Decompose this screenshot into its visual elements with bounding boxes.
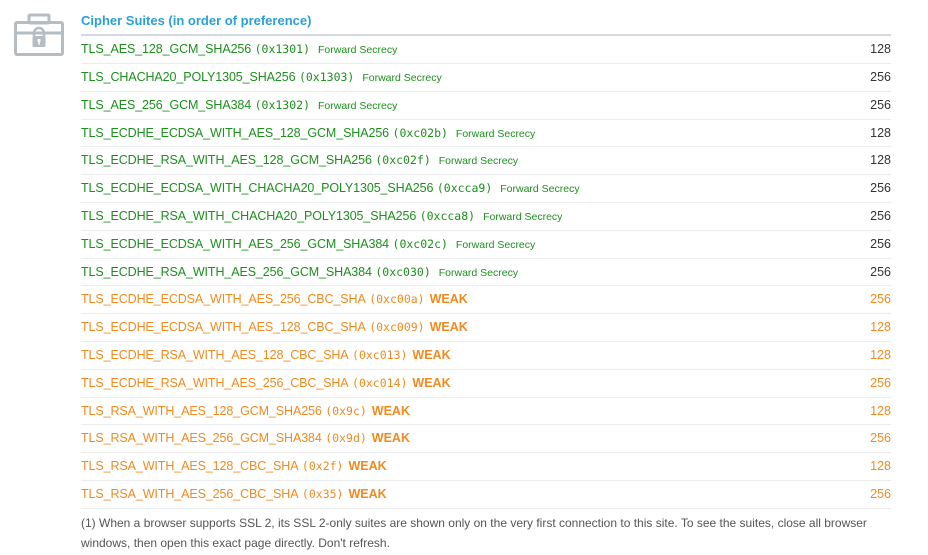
suite-name: TLS_ECDHE_RSA_WITH_CHACHA20_POLY1305_SHA… (81, 208, 417, 223)
weak-badge: WEAK (348, 459, 387, 474)
forward-secrecy-label: Forward Secrecy (500, 183, 580, 196)
forward-secrecy-label: Forward Secrecy (455, 127, 536, 140)
key-bits: 128 (870, 153, 891, 168)
cipher-suite-row: TLS_ECDHE_ECDSA_WITH_AES_256_GCM_SHA384 … (81, 231, 891, 259)
suite-code: (0x1301) (254, 42, 310, 56)
suite-code: (0x2f) (301, 459, 344, 474)
suite-name: TLS_ECDHE_ECDSA_WITH_AES_256_GCM_SHA384 (81, 236, 390, 251)
weak-badge: WEAK (412, 375, 451, 390)
cipher-suite-row: TLS_RSA_WITH_AES_256_CBC_SHA (0x35) WEAK 2… (81, 481, 891, 509)
suite-name: TLS_ECDHE_ECDSA_WITH_CHACHA20_POLY1305_S… (81, 181, 434, 196)
suite-name: TLS_ECDHE_RSA_WITH_AES_256_CBC_SHA (81, 375, 349, 390)
suite-name: TLS_ECDHE_ECDSA_WITH_AES_128_CBC_SHA (81, 320, 366, 335)
forward-secrecy-label: Forward Secrecy (362, 72, 442, 84)
cipher-suite-row: TLS_ECDHE_ECDSA_WITH_AES_256_CBC_SHA (0x… (81, 286, 891, 315)
suite-name: TLS_ECDHE_ECDSA_WITH_AES_128_GCM_SHA256 (81, 125, 390, 140)
cipher-suite-row: TLS_RSA_WITH_AES_128_GCM_SHA256 (0x9c) WE… (81, 398, 891, 426)
cipher-suite-row: TLS_ECDHE_RSA_WITH_AES_128_CBC_SHA (0xc0… (81, 342, 891, 370)
key-bits: 128 (870, 347, 891, 362)
suite-code: (0x1302) (254, 97, 310, 112)
suite-name: TLS_AES_256_GCM_SHA384 (81, 97, 252, 112)
cipher-suite-row: TLS_ECDHE_RSA_WITH_AES_256_CBC_SHA (0xc0… (81, 370, 891, 398)
key-bits: 128 (870, 320, 891, 335)
forward-secrecy-label: Forward Secrecy (318, 44, 398, 56)
cipher-suite-row: TLS_ECDHE_RSA_WITH_CHACHA20_POLY1305_SHA… (81, 203, 891, 231)
forward-secrecy-label: Forward Secrecy (438, 155, 519, 168)
forward-secrecy-label: Forward Secrecy (483, 210, 563, 223)
weak-badge: WEAK (371, 403, 410, 418)
suite-name: TLS_ECDHE_RSA_WITH_AES_256_GCM_SHA384 (81, 264, 372, 279)
suite-code: (0xc02f) (375, 153, 431, 168)
suite-name: TLS_ECDHE_RSA_WITH_AES_128_GCM_SHA256 (81, 153, 372, 168)
section-title: Cipher Suites (in order of preference) (81, 12, 891, 36)
suite-code: (0xc009) (369, 320, 425, 335)
suite-name: TLS_ECDHE_ECDSA_WITH_AES_256_CBC_SHA (81, 292, 366, 307)
cipher-suite-list: TLS_AES_128_GCM_SHA256 (0x1301) Forward S… (81, 36, 891, 509)
cipher-suite-row: TLS_ECDHE_RSA_WITH_AES_128_GCM_SHA256 (0… (81, 147, 891, 176)
suite-code: (0xcca9) (436, 181, 493, 196)
forward-secrecy-label: Forward Secrecy (318, 99, 398, 112)
suite-name: TLS_CHACHA20_POLY1305_SHA256 (81, 70, 296, 84)
suite-code: (0x9c) (325, 403, 367, 418)
suite-code: (0xc02c) (392, 236, 448, 251)
suite-name: TLS_RSA_WITH_AES_256_CBC_SHA (81, 486, 299, 501)
suite-name: TLS_RSA_WITH_AES_256_GCM_SHA384 (81, 431, 322, 446)
weak-badge: WEAK (412, 347, 451, 362)
suite-code: (0xc030) (375, 264, 431, 279)
suite-name: TLS_ECDHE_RSA_WITH_AES_128_CBC_SHA (81, 347, 349, 362)
key-bits: 256 (870, 292, 891, 307)
key-bits: 256 (870, 70, 891, 84)
weak-badge: WEAK (371, 431, 410, 446)
toolbox-lock-icon (14, 13, 64, 57)
key-bits: 256 (870, 431, 891, 446)
key-bits: 128 (870, 459, 891, 474)
suite-name: TLS_RSA_WITH_AES_128_GCM_SHA256 (81, 403, 322, 418)
key-bits: 256 (870, 486, 891, 501)
key-bits: 256 (870, 181, 891, 196)
cipher-suite-row: TLS_ECDHE_ECDSA_WITH_CHACHA20_POLY1305_S… (81, 175, 891, 203)
weak-badge: WEAK (429, 292, 468, 307)
cipher-suite-row: TLS_ECDHE_RSA_WITH_AES_256_GCM_SHA384 (0… (81, 259, 891, 287)
suite-name: TLS_AES_128_GCM_SHA256 (81, 42, 252, 56)
cipher-suites-panel: Cipher Suites (in order of preference) T… (0, 0, 928, 555)
suite-code: (0xc02b) (392, 125, 448, 140)
key-bits: 256 (870, 97, 891, 112)
suite-code: (0x9d) (325, 431, 367, 446)
weak-badge: WEAK (429, 320, 468, 335)
cipher-suite-row: TLS_RSA_WITH_AES_256_GCM_SHA384 (0x9d) WE… (81, 425, 891, 454)
key-bits: 256 (870, 264, 891, 279)
key-bits: 128 (870, 125, 891, 140)
cipher-suite-row: TLS_CHACHA20_POLY1305_SHA256 (0x1303) For… (81, 64, 891, 92)
cipher-suite-row: TLS_RSA_WITH_AES_128_CBC_SHA (0x2f) WEAK 1… (81, 453, 891, 481)
suite-code: (0xc00a) (369, 292, 425, 307)
key-bits: 128 (870, 403, 891, 418)
cipher-suite-row: TLS_ECDHE_ECDSA_WITH_AES_128_CBC_SHA (0x… (81, 314, 891, 342)
key-bits: 128 (870, 42, 891, 56)
ssl2-footnote: (1) When a browser supports SSL 2, its S… (81, 515, 867, 550)
suite-code: (0xc013) (352, 347, 408, 362)
key-bits: 256 (870, 375, 891, 390)
weak-badge: WEAK (348, 486, 387, 501)
suite-code: (0xc014) (352, 375, 408, 390)
suite-code: (0x35) (301, 486, 344, 501)
key-bits: 256 (870, 236, 891, 251)
suite-code: (0x1303) (298, 70, 355, 84)
cipher-suites-content: Cipher Suites (in order of preference) T… (81, 12, 891, 553)
forward-secrecy-label: Forward Secrecy (438, 266, 519, 279)
cipher-suite-row: TLS_AES_256_GCM_SHA384 (0x1302) Forward S… (81, 92, 891, 120)
cipher-suite-row: TLS_AES_128_GCM_SHA256 (0x1301) Forward S… (81, 36, 891, 64)
forward-secrecy-label: Forward Secrecy (455, 238, 536, 251)
suite-code: (0xcca8) (419, 208, 476, 223)
suite-name: TLS_RSA_WITH_AES_128_CBC_SHA (81, 459, 299, 474)
key-bits: 256 (870, 208, 891, 223)
cipher-suite-row: TLS_ECDHE_ECDSA_WITH_AES_128_GCM_SHA256 … (81, 120, 891, 148)
